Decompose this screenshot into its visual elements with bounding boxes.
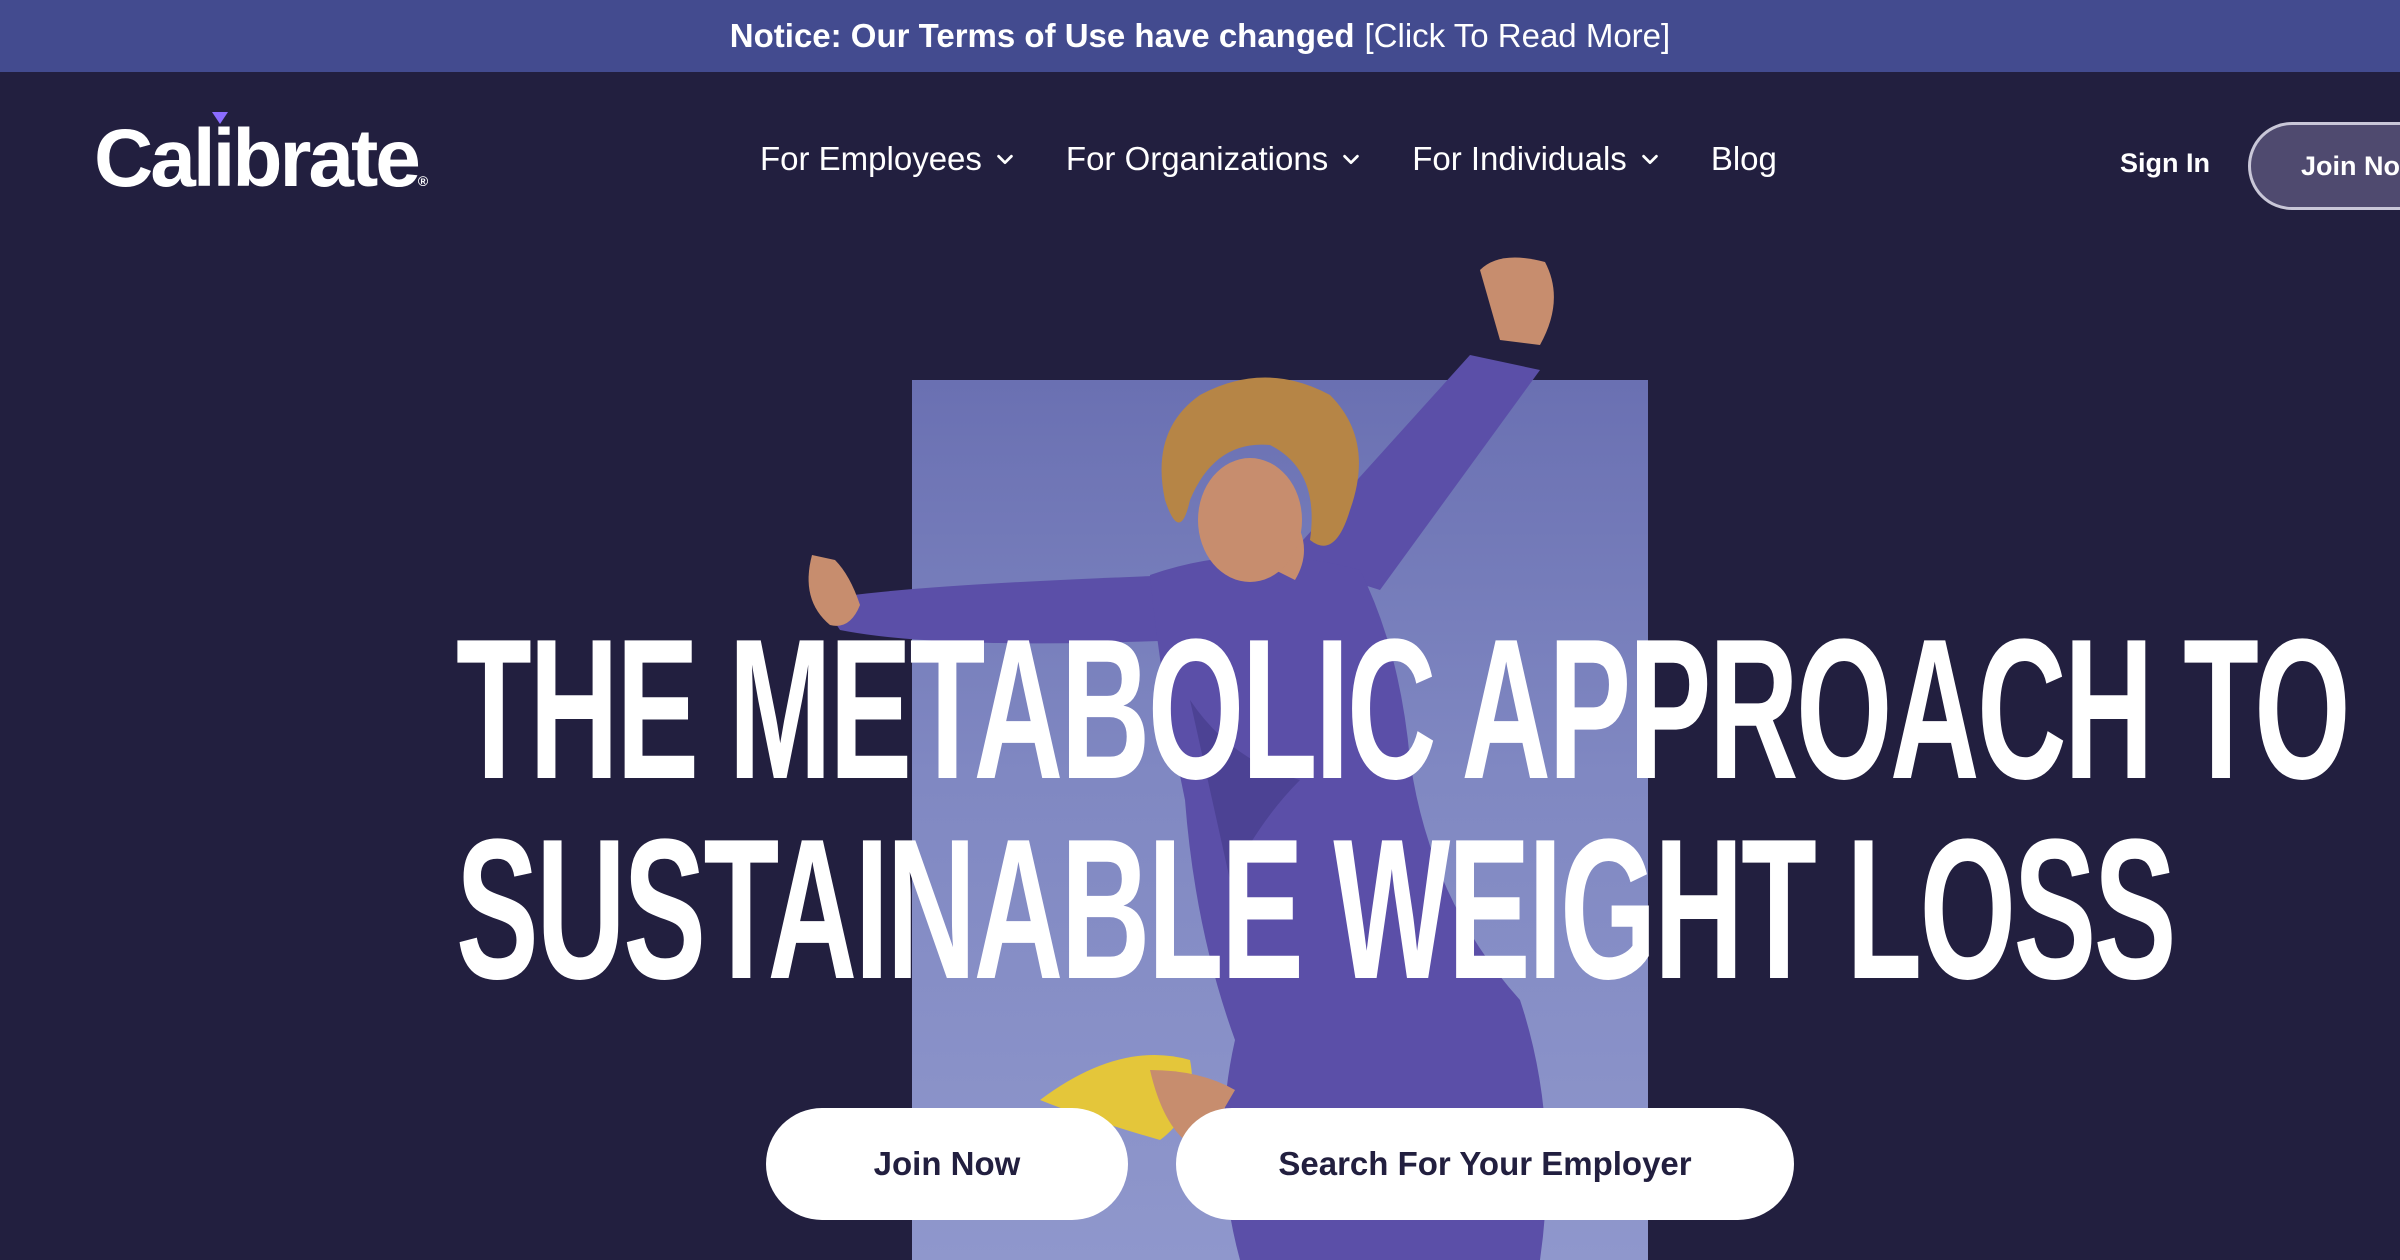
nav-blog[interactable]: Blog	[1711, 140, 1777, 178]
nav-for-organizations[interactable]: For Organizations	[1066, 140, 1362, 178]
logo-wordmark: Calibrate	[94, 113, 421, 204]
main-nav: For Employees For Organizations For Indi…	[760, 140, 1777, 178]
nav-for-individuals[interactable]: For Individuals	[1412, 140, 1661, 178]
join-now-button[interactable]: Join Now	[766, 1108, 1128, 1220]
sign-in-link[interactable]: Sign In	[2120, 148, 2210, 179]
logo-accent-icon	[212, 112, 228, 124]
search-employer-button[interactable]: Search For Your Employer	[1176, 1108, 1794, 1220]
read-more-link[interactable]: [Click To Read More]	[1365, 17, 1671, 55]
calibrate-logo[interactable]: Calibrate®	[94, 112, 429, 200]
nav-for-employees[interactable]: For Employees	[760, 140, 1016, 178]
chevron-down-icon	[1642, 154, 1658, 165]
nav-label: For Organizations	[1065, 140, 1329, 177]
nav-label: For Employees	[760, 140, 982, 177]
nav-label: For Individuals	[1412, 140, 1627, 177]
terms-notice-bar[interactable]: Notice: Our Terms of Use have changed [C…	[0, 0, 2400, 72]
headline-line-2: SUSTAINABLE WEIGHT LOSS	[456, 798, 2177, 1021]
headline-line-1: THE METABOLIC APPROACH TO	[456, 598, 2351, 821]
hero-headline: THE METABOLIC APPROACH TO SUSTAINABLE WE…	[456, 598, 2351, 1021]
registered-mark: ®	[417, 173, 429, 189]
nav-label: Blog	[1710, 140, 1777, 177]
chevron-down-icon	[997, 154, 1013, 165]
notice-text: Notice: Our Terms of Use have changed	[729, 17, 1355, 54]
page: Notice: Our Terms of Use have changed [C…	[0, 0, 2400, 1260]
header-join-now-button[interactable]: Join Now	[2248, 122, 2400, 210]
chevron-down-icon	[1343, 154, 1359, 165]
